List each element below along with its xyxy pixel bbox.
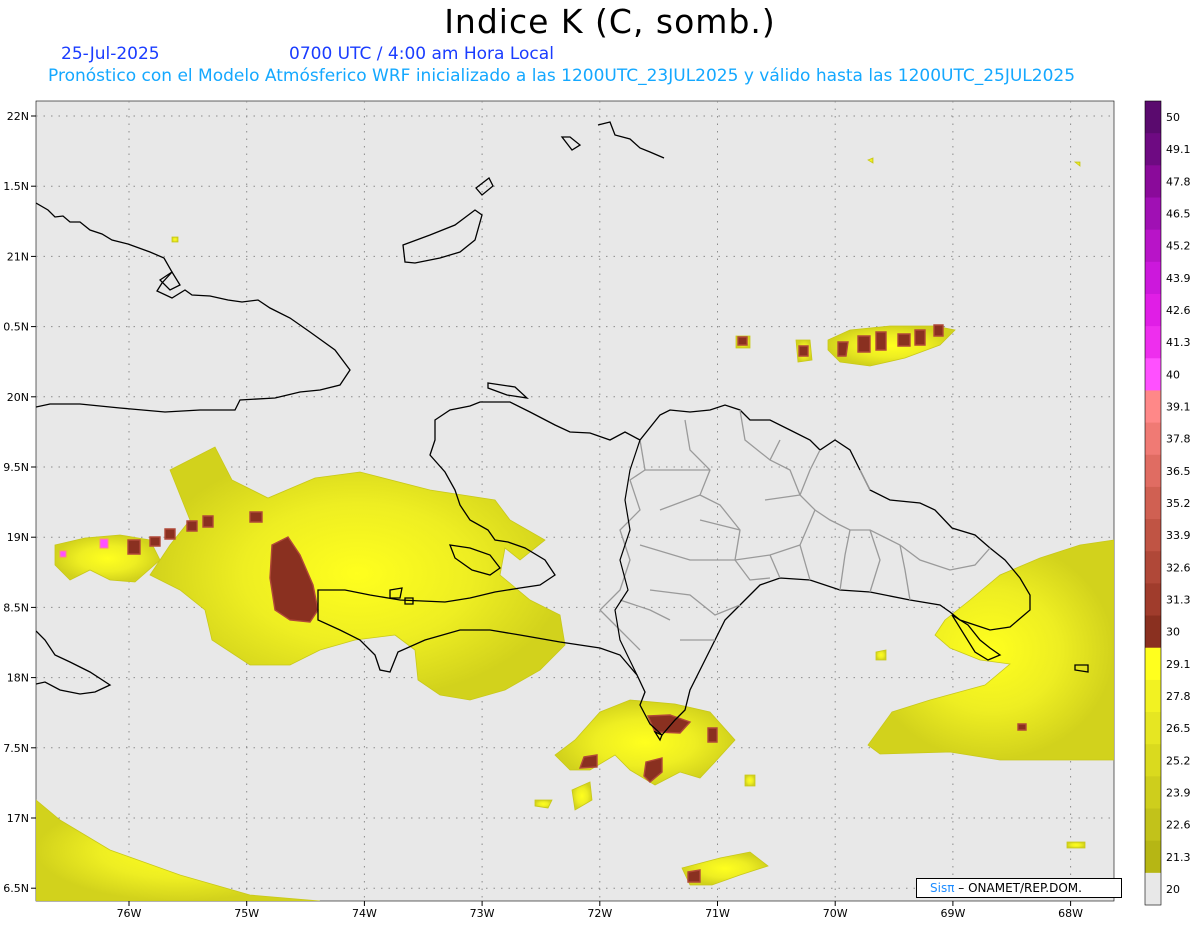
colorbar-swatch — [1145, 454, 1161, 488]
colorbar-level-label: 36.5 — [1166, 465, 1191, 478]
colorbar-level-label: 50 — [1166, 111, 1180, 124]
colorbar-level-label: 42.6 — [1166, 304, 1191, 317]
colorbar-level-label: 35.2 — [1166, 497, 1191, 510]
colorbar-swatch — [1145, 808, 1161, 842]
lon-label: 72W — [587, 907, 612, 920]
lon-label: 74W — [352, 907, 377, 920]
colorbar-level-label: 33.9 — [1166, 529, 1191, 542]
lon-label: 73W — [470, 907, 495, 920]
colorbar-swatch — [1145, 679, 1161, 713]
lon-label: 69W — [940, 907, 965, 920]
colorbar-level-label: 41.3 — [1166, 336, 1191, 349]
lat-label: 8.5N — [3, 601, 29, 614]
colorbar-swatch — [1145, 551, 1161, 584]
colorbar-level-label: 45.2 — [1166, 240, 1191, 253]
colorbar-level-label: 31.3 — [1166, 593, 1191, 606]
lat-label: 18N — [7, 672, 29, 685]
colorbar-swatch — [1145, 101, 1161, 134]
map-canvas: 22N 1.5N 21N 0.5N 20N 9.5N 19N 8.5N 18N 7.5N 17N 6.… — [3, 100, 1191, 920]
colorbar-level-label: 29.1 — [1166, 658, 1191, 671]
colorbar-level-label: 39.1 — [1166, 401, 1191, 414]
colorbar-level-label: 20 — [1166, 883, 1180, 896]
colorbar-level-label: 37.8 — [1166, 433, 1191, 446]
colorbar-swatch — [1145, 422, 1161, 456]
onamet-credit: – ONAMET/REP.DOM. — [958, 881, 1082, 895]
colorbar-swatch — [1145, 744, 1161, 777]
lat-label: 1.5N — [3, 180, 29, 193]
colorbar-swatch — [1145, 293, 1161, 327]
lon-label: 71W — [705, 907, 730, 920]
colorbar-level-label: 27.8 — [1166, 690, 1191, 703]
lat-label: 6.5N — [3, 882, 29, 895]
colorbar-level-label: 30 — [1166, 626, 1180, 639]
colorbar-level-label: 23.9 — [1166, 786, 1191, 799]
colorbar-swatch — [1145, 872, 1161, 906]
colorbar-swatch — [1145, 519, 1161, 552]
colorbar-level-label: 26.5 — [1166, 722, 1191, 735]
colorbar-swatch — [1145, 197, 1161, 231]
colorbar-swatch — [1145, 133, 1161, 166]
lat-label: 0.5N — [3, 321, 29, 334]
lat-label: 7.5N — [3, 742, 29, 755]
colorbar-level-label: 25.2 — [1166, 754, 1191, 767]
lon-label: 70W — [823, 907, 848, 920]
sisti-logo-text: Sisπ — [930, 881, 955, 895]
lat-label: 21N — [7, 250, 29, 263]
lat-label: 22N — [7, 110, 29, 123]
credit-box: Sisπ – ONAMET/REP.DOM. — [916, 878, 1122, 898]
colorbar-level-label: 49.1 — [1166, 143, 1191, 156]
colorbar-level-label: 47.8 — [1166, 175, 1191, 188]
colorbar-level-label: 21.3 — [1166, 851, 1191, 864]
longitude-labels: 76W 75W 74W 73W 72W 71W 70W 69W 68W — [117, 901, 1083, 920]
colorbar-swatch — [1145, 647, 1161, 681]
colorbar-swatch — [1145, 326, 1161, 359]
lat-label: 20N — [7, 391, 29, 404]
colorbar-level-label: 32.6 — [1166, 561, 1191, 574]
colorbar-swatch — [1145, 165, 1161, 198]
colorbar: 50 49.1 47.8 46.5 45.2 43.9 42.6 41.3 40 39.1 37.8… — [1144, 100, 1191, 906]
colorbar-level-label: 22.6 — [1166, 819, 1191, 832]
colorbar-swatch — [1145, 583, 1161, 617]
lat-label: 9.5N — [3, 461, 29, 474]
colorbar-swatch — [1145, 712, 1161, 745]
colorbar-swatch — [1145, 390, 1161, 424]
colorbar-level-label: 46.5 — [1166, 208, 1191, 221]
lon-label: 75W — [234, 907, 259, 920]
colorbar-level-label: 40 — [1166, 368, 1180, 381]
lon-label: 76W — [117, 907, 142, 920]
lat-label: 17N — [7, 812, 29, 825]
lon-label: 68W — [1058, 907, 1083, 920]
colorbar-swatch — [1145, 229, 1161, 263]
colorbar-swatch — [1145, 358, 1161, 391]
colorbar-swatch — [1145, 840, 1161, 874]
lat-label: 19N — [7, 531, 29, 544]
colorbar-level-label: 43.9 — [1166, 272, 1191, 285]
colorbar-swatch — [1145, 486, 1161, 520]
latitude-labels: 22N 1.5N 21N 0.5N 20N 9.5N 19N 8.5N 18N 7.5N 17N 6.… — [3, 110, 36, 895]
colorbar-swatch — [1145, 615, 1161, 649]
colorbar-swatch — [1145, 261, 1161, 295]
colorbar-swatch — [1145, 776, 1161, 810]
